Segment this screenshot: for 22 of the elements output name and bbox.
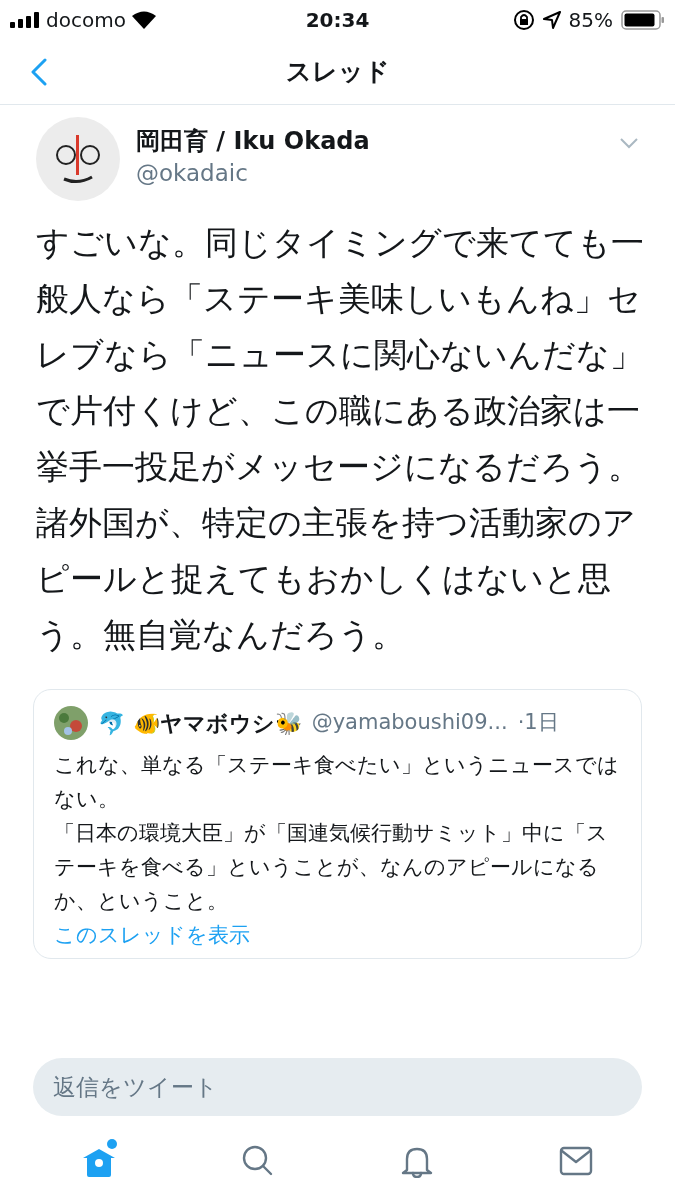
battery-icon	[621, 10, 665, 30]
wifi-icon	[131, 11, 156, 29]
screen-title: スレッド	[285, 56, 390, 89]
quoted-tweet-card[interactable]: 🐬 🐠ヤマボウシ🐝 @yamaboushi09... ·1日 これな、単なる「ステーキ食べたい」というニュースではない。 「日本の環境大臣」が「国連気候行動サミット」中に「ステーキを食べる」ということが、なんのアピールになるか、ということ。 このスレッドを表示	[33, 689, 642, 959]
back-icon[interactable]	[30, 58, 48, 86]
signal-icon	[10, 12, 40, 28]
clock-time: 20:34	[305, 7, 370, 34]
quoted-tweet-text: 「日本の環境大臣」が「国連気候行動サミット」中に「ステーキを食べる」ということが、なんのアピールになるか、ということ。	[54, 820, 609, 915]
battery-percent: 85%	[568, 7, 613, 34]
quoted-display-name[interactable]: 🐬 🐠ヤマボウシ🐝	[98, 706, 302, 740]
quoted-tweet-text: これな、単なる「ステーキ食べたい」というニュースではない。	[54, 752, 620, 813]
tweet-text: すごいな。同じタイミングで来てても一般人なら「ステーキ美味しいもんね」セレブなら「ニュースに関心ないんだな」で片付くけど、この職にある政治家は一挙手一投足がメッセージになるだろう。諸外国が、特定の主張を持つ活動家のアピールと捉えてもおかしくはないと思う。無自覚なんだろう。	[36, 222, 645, 656]
carrier-name: docomo	[46, 7, 126, 34]
mail-icon	[558, 1146, 593, 1176]
reply-field[interactable]: 返信をツイート	[33, 1058, 642, 1116]
quoted-user-handle: @yamaboushi09...	[311, 709, 508, 737]
location-arrow-icon	[542, 11, 561, 29]
profile-avatar[interactable]	[36, 117, 120, 201]
rotation-lock-icon	[512, 9, 535, 31]
display-name[interactable]: 岡田育 / Iku Okada	[136, 125, 619, 157]
user-handle: @okadaic	[136, 159, 249, 188]
quoted-tweet-time: ·1日	[517, 709, 559, 737]
